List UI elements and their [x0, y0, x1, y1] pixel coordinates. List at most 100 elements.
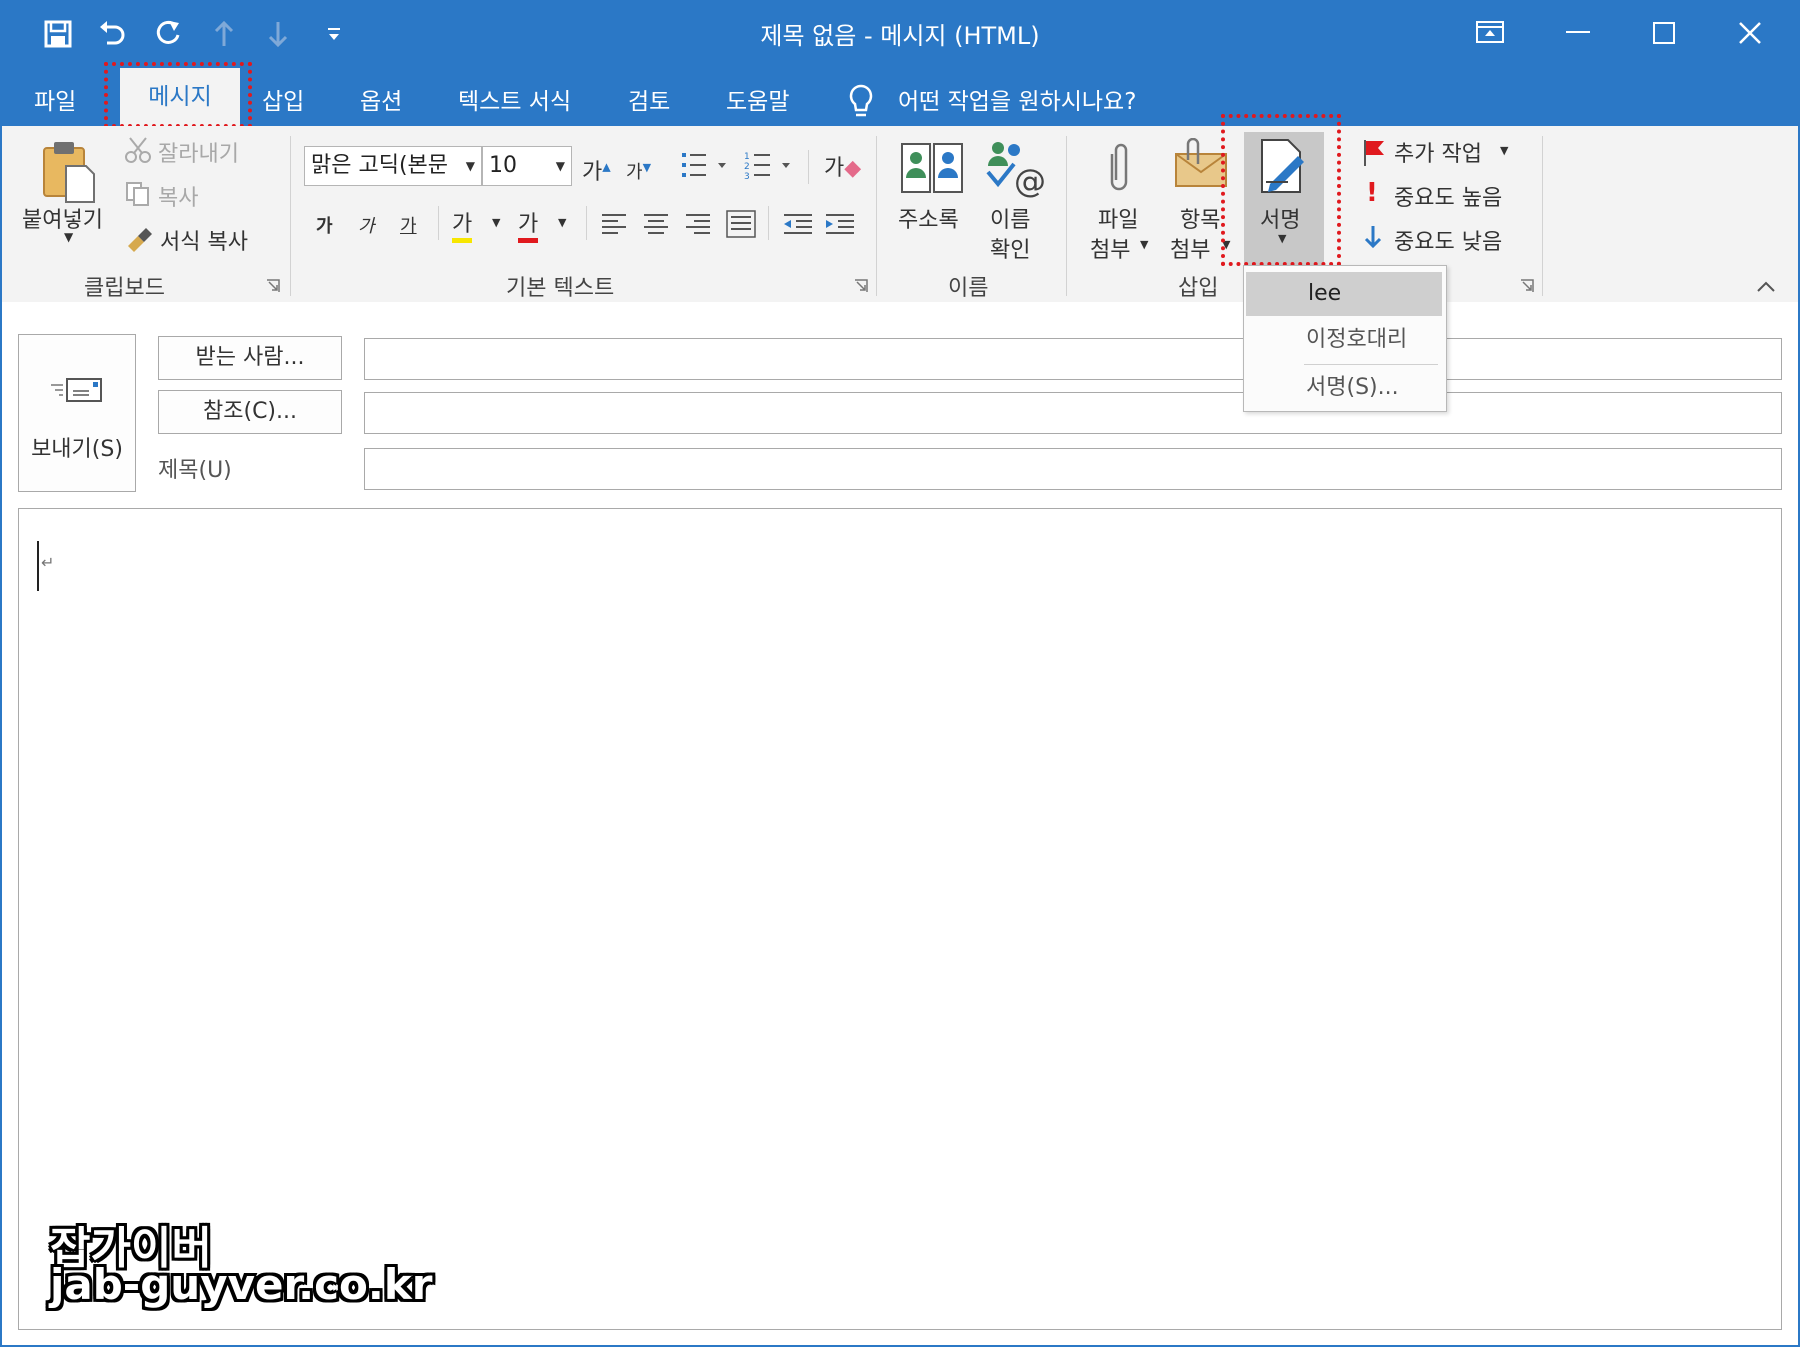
clipboard-group-label: 클립보드	[84, 276, 165, 301]
numbering-icon[interactable]: 123	[744, 150, 794, 184]
increase-indent-icon[interactable]	[824, 212, 856, 240]
check-names-line1[interactable]: 이름	[990, 202, 1030, 234]
shrink-font-button[interactable]: 가▼	[626, 158, 651, 184]
signatures-settings-item[interactable]: 서명(S)...	[1244, 366, 1444, 410]
font-color-button[interactable]: 가	[518, 206, 539, 243]
tell-me-search[interactable]: 어떤 작업을 원하시나요?	[898, 80, 1136, 124]
address-book-button[interactable]: 주소록	[898, 202, 959, 234]
tab-insert[interactable]: 삽입	[262, 80, 304, 124]
tab-message[interactable]: 메시지	[120, 68, 240, 126]
subject-field[interactable]	[364, 448, 1782, 490]
ribbon-display-icon[interactable]	[1460, 10, 1520, 56]
names-group-label: 이름	[948, 276, 989, 301]
font-name-combo[interactable]: 맑은 고딕(본문 ▼	[304, 146, 482, 186]
copy-button[interactable]: 복사	[158, 180, 198, 212]
chevron-down-icon[interactable]: ▼	[1500, 144, 1508, 157]
chevron-down-icon[interactable]: ▼	[492, 216, 500, 229]
attach-file-line1[interactable]: 파일	[1098, 202, 1138, 234]
svg-text:1: 1	[744, 152, 750, 162]
bullets-icon[interactable]	[680, 150, 730, 184]
attach-item-line2[interactable]: 첨부	[1170, 232, 1210, 264]
watermark-url: jab-guyver.co.kr	[50, 1260, 433, 1309]
align-right-icon[interactable]	[684, 212, 712, 240]
signature-item-2[interactable]: 이정호대리	[1244, 318, 1444, 362]
clipboard-launcher-icon[interactable]	[266, 278, 280, 292]
format-painter-button[interactable]: 서식 복사	[160, 224, 248, 256]
to-button[interactable]: 받는 사람...	[158, 336, 342, 380]
send-envelope-icon	[49, 375, 105, 411]
subject-label: 제목(U)	[158, 458, 232, 483]
underline-button[interactable]: 가	[400, 212, 417, 238]
tab-review[interactable]: 검토	[628, 80, 670, 124]
attach-file-line2[interactable]: 첨부	[1090, 232, 1130, 264]
separator	[438, 206, 439, 240]
ribbon: 붙여넣기 ▼ 잘라내기 복사 서식 복사 클립보드 맑은 고딕(본문 ▼ 10 …	[0, 126, 1800, 303]
chevron-down-icon[interactable]: ▼	[558, 216, 566, 229]
justify-icon[interactable]	[726, 210, 756, 242]
italic-button[interactable]: 가	[358, 212, 375, 238]
paragraph-mark: ↵	[41, 553, 55, 572]
paste-dropdown-icon[interactable]: ▼	[64, 230, 73, 244]
align-center-icon[interactable]	[642, 212, 670, 240]
svg-text:3: 3	[744, 172, 750, 180]
cc-field[interactable]	[364, 392, 1782, 434]
font-name-value: 맑은 고딕(본문	[311, 153, 449, 178]
address-book-icon	[900, 138, 964, 200]
grow-font-button[interactable]: 가▲	[582, 154, 611, 186]
basic-text-group-label: 기본 텍스트	[506, 276, 615, 301]
align-left-icon[interactable]	[600, 212, 628, 240]
tab-format-text[interactable]: 텍스트 서식	[458, 80, 571, 124]
attach-item-icon	[1174, 137, 1230, 194]
tags-launcher-icon[interactable]	[1520, 278, 1534, 292]
high-importance-button[interactable]: 중요도 높음	[1394, 180, 1502, 212]
low-importance-button[interactable]: 중요도 낮음	[1394, 224, 1502, 256]
font-size-value: 10	[489, 153, 517, 178]
clear-formatting-label: 가	[824, 156, 845, 181]
lightbulb-icon[interactable]	[846, 82, 876, 122]
paste-button[interactable]: 붙여넣기	[22, 202, 103, 234]
minimize-icon[interactable]	[1548, 10, 1608, 56]
paste-icon[interactable]	[40, 140, 100, 208]
follow-up-button[interactable]: 추가 작업	[1394, 136, 1482, 168]
bold-button[interactable]: 가	[316, 212, 333, 238]
collapse-ribbon-icon[interactable]	[1756, 278, 1776, 297]
tab-file[interactable]: 파일	[34, 80, 76, 124]
clear-formatting-button[interactable]: 가◆	[824, 150, 861, 182]
highlight-button[interactable]: 가	[452, 206, 473, 243]
font-size-combo[interactable]: 10 ▼	[482, 146, 572, 186]
decrease-indent-icon[interactable]	[782, 212, 814, 240]
text-cursor	[37, 541, 39, 591]
signature-label: 서명	[1260, 208, 1301, 233]
scissors-icon	[124, 136, 152, 168]
basic-text-launcher-icon[interactable]	[854, 278, 868, 292]
attach-item-line1[interactable]: 항목	[1180, 202, 1220, 234]
tab-options[interactable]: 옵션	[360, 80, 402, 124]
check-names-line2[interactable]: 확인	[990, 232, 1030, 264]
cut-button[interactable]: 잘라내기	[158, 136, 239, 168]
cc-button[interactable]: 참조(C)...	[158, 390, 342, 434]
send-label: 보내기(S)	[31, 437, 123, 462]
close-icon[interactable]	[1720, 10, 1780, 56]
maximize-icon[interactable]	[1634, 10, 1694, 56]
high-importance-icon: !	[1366, 178, 1378, 208]
ribbon-tabs: 파일 삽입 옵션 텍스트 서식 검토 도움말 어떤 작업을 원하시나요?	[0, 68, 1800, 126]
chevron-down-icon[interactable]: ▼	[466, 147, 475, 185]
chevron-down-icon[interactable]: ▼	[1140, 238, 1148, 251]
separator	[1066, 136, 1067, 296]
to-field[interactable]	[364, 338, 1782, 380]
compose-area: 보내기(S) 받는 사람... 참조(C)... 제목(U) ↵	[0, 302, 1800, 1347]
separator	[586, 206, 587, 240]
paperclip-icon	[1104, 140, 1134, 200]
chevron-down-icon[interactable]: ▼	[556, 147, 565, 185]
tab-message-label: 메시지	[148, 84, 212, 110]
signature-button[interactable]: 서명 ▼	[1244, 132, 1324, 266]
send-button[interactable]: 보내기(S)	[18, 334, 136, 492]
chevron-down-icon[interactable]: ▼	[1222, 238, 1230, 251]
copy-icon	[124, 180, 152, 212]
message-body[interactable]: ↵	[18, 508, 1782, 1330]
format-painter-icon	[124, 224, 154, 256]
shrink-font-label: 가	[626, 162, 643, 183]
signature-item-lee[interactable]: lee	[1246, 272, 1442, 316]
separator	[768, 206, 769, 240]
tab-help[interactable]: 도움말	[726, 80, 789, 124]
